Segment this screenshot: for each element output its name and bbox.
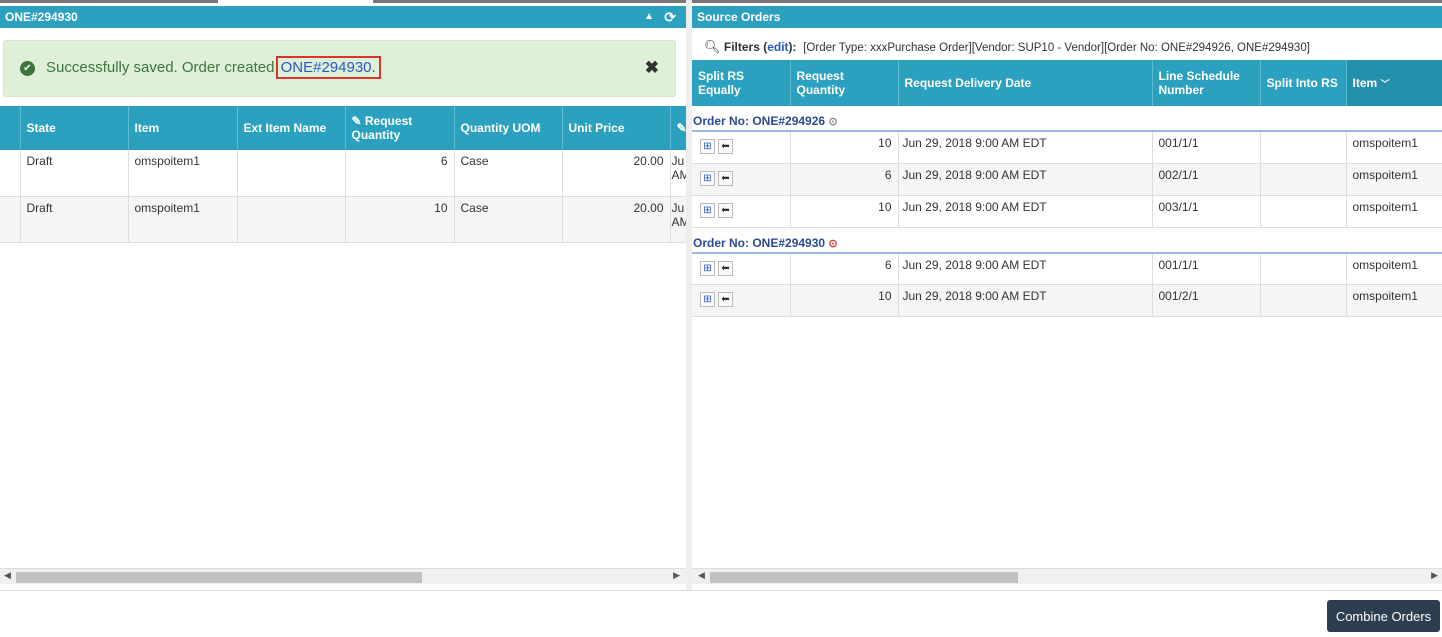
search-icon: 🔍︎	[704, 39, 721, 54]
col-unit-price[interactable]: Unit Price	[562, 106, 671, 150]
col-next[interactable]: ✎	[670, 106, 686, 150]
col-split-into-rs[interactable]: Split Into RS	[1260, 60, 1347, 106]
order-panel: ONE#294930 ▲ ⟳ ✔ Successfully saved. Ord…	[0, 0, 686, 590]
col-state[interactable]: State	[20, 106, 129, 150]
order-lines-table: State Item Ext Item Name ✎ Request Quant…	[0, 106, 686, 243]
source-orders-table: Split RS Equally Request Quantity Reques…	[692, 60, 1442, 317]
col-ext-item-name[interactable]: Ext Item Name	[237, 106, 346, 150]
split-icon[interactable]: ⊞	[700, 202, 715, 218]
reply-arrow-icon[interactable]: ⬅	[718, 260, 733, 276]
check-circle-icon: ✔	[20, 61, 35, 76]
panel-title: ONE#294930	[5, 10, 78, 24]
split-icon[interactable]: ⊞	[700, 260, 715, 276]
col-request-quantity[interactable]: Request Quantity	[790, 60, 899, 106]
col-split-rs-equally[interactable]: Split RS Equally	[692, 60, 791, 106]
order-link[interactable]: ONE#294930.	[275, 56, 381, 79]
reply-arrow-icon[interactable]: ⬅	[718, 139, 733, 154]
table-row[interactable]: Draft omspoitem1 10 Case 20.00 Ju AM	[0, 196, 686, 243]
split-icon[interactable]: ⊞	[700, 170, 715, 186]
pencil-icon: ✎	[676, 121, 687, 135]
panel-header: Source Orders	[692, 6, 1442, 28]
filters-value: [Order Type: xxxPurchase Order][Vendor: …	[803, 42, 1310, 54]
order-group-header: Order No: ONE#294930 ⊙	[692, 227, 1442, 254]
message-text: Successfully saved. Order created	[46, 59, 279, 76]
table-row[interactable]: ⊞ ⬅ 6 Jun 29, 2018 9:00 AM EDT 002/1/1 omspoi…	[692, 163, 1442, 196]
horizontal-scrollbar[interactable]: ◀ ▶	[0, 568, 686, 584]
success-message: ✔ Successfully saved. Order created ONE#…	[3, 40, 676, 97]
split-icon[interactable]: ⊞	[700, 139, 715, 154]
pencil-icon: ✎	[351, 114, 365, 128]
refresh-icon[interactable]: ⟳	[664, 6, 676, 28]
table-row[interactable]: ⊞ ⬅ 6 Jun 29, 2018 9:00 AM EDT 001/1/1 omspoi…	[692, 252, 1442, 285]
source-orders-panel: Source Orders 🔍︎ Filters (edit): [Order …	[692, 0, 1442, 590]
collapse-icon[interactable]: ▲	[644, 6, 654, 28]
target-icon[interactable]: ⊙	[828, 238, 837, 250]
table-row[interactable]: ⊞ ⬅ 10 Jun 29, 2018 9:00 AM EDT 001/1/1 omspo…	[692, 131, 1442, 164]
panel-title: Source Orders	[697, 10, 781, 24]
filters-bar: 🔍︎ Filters (edit): [Order Type: xxxPurch…	[704, 39, 1310, 54]
filters-edit-link[interactable]: edit	[767, 40, 788, 54]
panel-header: ONE#294930 ▲ ⟳	[0, 6, 686, 28]
chevron-down-icon[interactable]: ﹀	[1381, 79, 1390, 89]
target-icon[interactable]: ⊙	[828, 116, 837, 128]
table-row[interactable]: Draft omspoitem1 6 Case 20.00 Ju AM	[0, 150, 686, 197]
reply-arrow-icon[interactable]: ⬅	[718, 202, 733, 218]
col-line-schedule-number[interactable]: Line Schedule Number	[1152, 60, 1261, 106]
col-item[interactable]: Item	[128, 106, 238, 150]
col-item[interactable]: Item ﹀	[1346, 60, 1442, 106]
reply-arrow-icon[interactable]: ⬅	[718, 170, 733, 186]
col-request-quantity[interactable]: ✎ Request Quantity	[345, 106, 455, 150]
reply-arrow-icon[interactable]: ⬅	[718, 292, 733, 307]
horizontal-scrollbar[interactable]: ◀ ▶	[692, 568, 1442, 584]
combine-orders-button[interactable]: Combine Orders	[1327, 600, 1440, 632]
col-quantity-uom[interactable]: Quantity UOM	[454, 106, 563, 150]
close-icon[interactable]: ✖	[645, 58, 659, 78]
footer: Combine Orders	[0, 590, 1442, 637]
split-icon[interactable]: ⊞	[700, 292, 715, 307]
table-row[interactable]: ⊞ ⬅ 10 Jun 29, 2018 9:00 AM EDT 001/2/1 omspo…	[692, 284, 1442, 317]
col-request-delivery-date[interactable]: Request Delivery Date	[898, 60, 1153, 106]
table-row[interactable]: ⊞ ⬅ 10 Jun 29, 2018 9:00 AM EDT 003/1/1 omspo…	[692, 195, 1442, 228]
order-group-header: Order No: ONE#294926 ⊙	[692, 106, 1442, 132]
